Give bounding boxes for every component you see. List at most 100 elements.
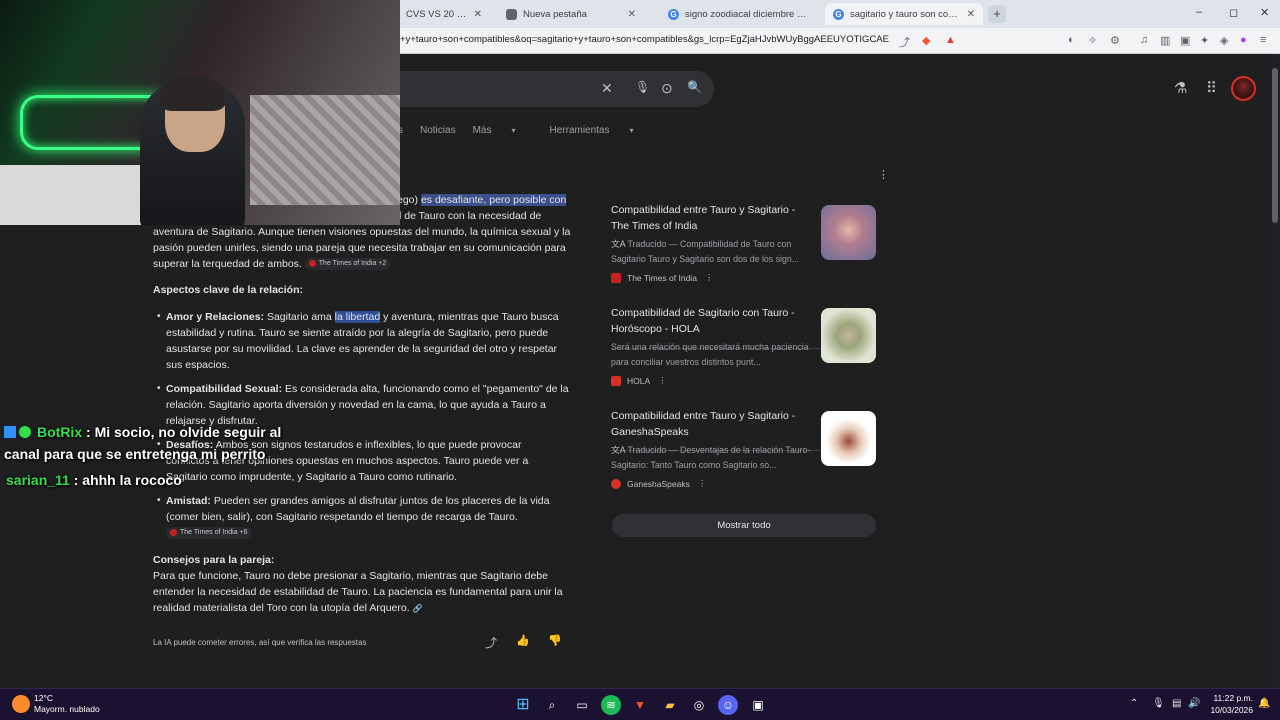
scrollbar[interactable] <box>1270 54 1280 688</box>
source-meta: The Times of India ⋮ <box>611 272 876 283</box>
sources-panel: Compatibilidad entre Tauro y Sagitario -… <box>601 194 886 546</box>
vpn-icon[interactable]: ◈ <box>1220 34 1228 47</box>
chat-message: canal para que se entretenga mi perrito <box>4 446 266 462</box>
apps-grid-icon[interactable]: ⠿ <box>1206 79 1217 97</box>
sidebar-icon[interactable]: ▥ <box>1160 34 1170 47</box>
chevron-down-icon: ▾ <box>629 126 634 135</box>
ai-intro-paragraph: aventura de Sagitario. Aunque tienen vis… <box>153 226 571 271</box>
new-tab-button[interactable]: + <box>988 5 1006 23</box>
source-title[interactable]: Compatibilidad entre Tauro y Sagitario -… <box>611 409 811 440</box>
taskbar: 12°C Mayorm. nublado ⊞ ⌕ ▭ ≋ ▼ ▰ ◎ ☺ ▣ ⌃… <box>0 688 1280 720</box>
close-tab-icon[interactable]: ✕ <box>967 9 975 20</box>
notification-icon[interactable]: 🔔 <box>1258 698 1270 709</box>
volume-icon[interactable]: 🔊 <box>1188 698 1200 709</box>
more-options-icon[interactable]: ⋮ <box>658 375 667 386</box>
bullet-dot: • <box>157 495 161 506</box>
share-icon[interactable]: ⤴ <box>485 634 497 651</box>
brave-rewards-icon[interactable]: ▲ <box>945 34 956 46</box>
ai-icon[interactable]: ✦ <box>1200 34 1209 47</box>
source-thumbnail[interactable] <box>821 411 876 466</box>
source-title[interactable]: Compatibilidad de Sagitario con Tauro - … <box>611 306 811 337</box>
profile-icon[interactable]: ● <box>1240 34 1247 46</box>
tab-noticias[interactable]: Noticias <box>420 125 456 136</box>
site-favicon-icon <box>611 478 621 489</box>
screen: CVS VS 20 HOMBRES - Y ✕ Nueva pestaña ✕ … <box>0 0 1280 720</box>
wallet-icon[interactable]: ▣ <box>1180 34 1190 47</box>
ai-intro-line1: ego) es desafiante, pero posible con <box>397 194 567 206</box>
clock[interactable]: 11:22 p.m. 10/03/2026 <box>1205 693 1253 716</box>
close-tab-icon[interactable]: ✕ <box>628 9 636 20</box>
discord-icon[interactable]: ☺ <box>718 695 738 715</box>
app-icon[interactable]: ▣ <box>748 695 768 715</box>
windows-start-icon[interactable]: ⊞ <box>513 695 533 715</box>
mic-icon[interactable]: 🎙 <box>1152 698 1165 709</box>
brave-shield-icon[interactable]: ◆ <box>922 34 930 47</box>
brave-browser-icon[interactable]: ▼ <box>630 695 650 715</box>
network-icon[interactable]: ▤ <box>1172 698 1181 709</box>
tab-sagitario-tauro[interactable]: G sagitario y tauro son compatible ✕ <box>825 3 983 25</box>
source-description: 文A Traducido — Desventajas de la relació… <box>611 445 811 470</box>
search-icon[interactable]: 🔍 <box>687 80 702 94</box>
advice-paragraph: Para que funcione, Tauro no debe presion… <box>153 570 563 614</box>
avatar[interactable] <box>1231 76 1256 101</box>
chat-message: BotRix : Mi socio, no olvide seguir al <box>4 424 281 440</box>
source-title[interactable]: Compatibilidad entre Tauro y Sagitario -… <box>611 203 811 234</box>
source-card[interactable]: Compatibilidad entre Tauro y Sagitario -… <box>611 203 876 283</box>
menu-icon[interactable]: ≡ <box>1260 34 1266 46</box>
spotify-icon[interactable]: ≋ <box>601 695 621 715</box>
close-tab-icon[interactable]: ✕ <box>474 9 482 20</box>
google-icon: G <box>833 8 844 20</box>
source-meta: HOLA ⋮ <box>611 375 876 386</box>
close-window-button[interactable]: ✕ <box>1260 6 1269 19</box>
thumbs-down-icon[interactable]: 👎 <box>548 634 562 647</box>
maximize-button[interactable]: ◻ <box>1229 6 1238 19</box>
google-icon: G <box>668 8 679 20</box>
source-card[interactable]: Compatibilidad de Sagitario con Tauro - … <box>611 306 876 386</box>
clear-search-icon[interactable]: ✕ <box>601 80 613 97</box>
source-description: Será una relación que necesitará mucha p… <box>611 342 809 367</box>
source-thumbnail[interactable] <box>821 308 876 363</box>
bullet-dot: • <box>157 311 161 322</box>
tab-new-tab[interactable]: Nueva pestaña ✕ <box>498 3 644 25</box>
search-icon[interactable]: ⌕ <box>542 695 562 715</box>
minimize-button[interactable]: – <box>1196 6 1202 18</box>
site-favicon-icon <box>611 375 621 386</box>
tray-chevron-icon[interactable]: ⌃ <box>1130 698 1138 709</box>
link-icon[interactable]: 🔗 <box>413 604 423 613</box>
task-view-icon[interactable]: ▭ <box>572 695 592 715</box>
verified-badge-icon <box>19 426 31 438</box>
source-chip[interactable]: The Times of India +2 <box>304 258 391 271</box>
bullet-friendship: Amistad: Pueden ser grandes amigos al di… <box>166 493 566 541</box>
music-icon[interactable]: ♫ <box>1140 34 1148 46</box>
more-options-icon[interactable]: ⋮ <box>878 168 889 181</box>
tab-mas[interactable]: Más ▾ <box>473 125 533 136</box>
advice-heading: Consejos para la pareja: <box>153 554 275 566</box>
source-description: 文A Traducido — Compatibilidad de Tauro c… <box>611 239 800 264</box>
puzzle-icon[interactable]: ✧ <box>1088 34 1097 47</box>
tab-herramientas[interactable]: Herramientas ▾ <box>550 125 651 136</box>
source-card[interactable]: Compatibilidad entre Tauro y Sagitario -… <box>611 409 876 489</box>
show-all-button[interactable]: Mostrar todo <box>612 514 876 537</box>
settings-icon[interactable]: ⚙ <box>1110 34 1120 47</box>
more-options-icon[interactable]: ⋮ <box>705 272 714 283</box>
weather-widget[interactable]: 12°C Mayorm. nublado <box>12 693 100 715</box>
translate-icon: 文A <box>611 445 626 455</box>
mic-icon[interactable]: 🎙 <box>635 80 650 94</box>
labs-icon[interactable]: ⚗ <box>1174 79 1187 97</box>
obs-icon[interactable]: ◎ <box>689 695 709 715</box>
thumbs-up-icon[interactable]: 👍 <box>516 634 530 647</box>
lens-icon[interactable]: ⊙ <box>661 80 673 97</box>
more-options-icon[interactable]: ⋮ <box>698 478 707 489</box>
weather-icon <box>12 695 30 713</box>
tab-signo-zodiacal[interactable]: G signo zoodiacal diciembre - Buscar c <box>660 3 815 25</box>
bullet-sexual: Compatibilidad Sexual: Es considerada al… <box>166 383 569 427</box>
scrollbar-thumb[interactable] <box>1272 68 1278 223</box>
url-field[interactable]: +y+tauro+son+compatibles&oq=sagitario+y+… <box>400 34 890 45</box>
tab-youtube[interactable]: CVS VS 20 HOMBRES - Y ✕ <box>398 3 490 25</box>
share-page-icon[interactable]: ⤴ <box>899 34 910 50</box>
source-chip[interactable]: The Times of India +6 <box>166 527 252 540</box>
bot-badge-icon <box>4 426 16 438</box>
file-explorer-icon[interactable]: ▰ <box>660 695 680 715</box>
source-thumbnail[interactable] <box>821 205 876 260</box>
extension-icon[interactable]: ◐ <box>1068 34 1075 46</box>
